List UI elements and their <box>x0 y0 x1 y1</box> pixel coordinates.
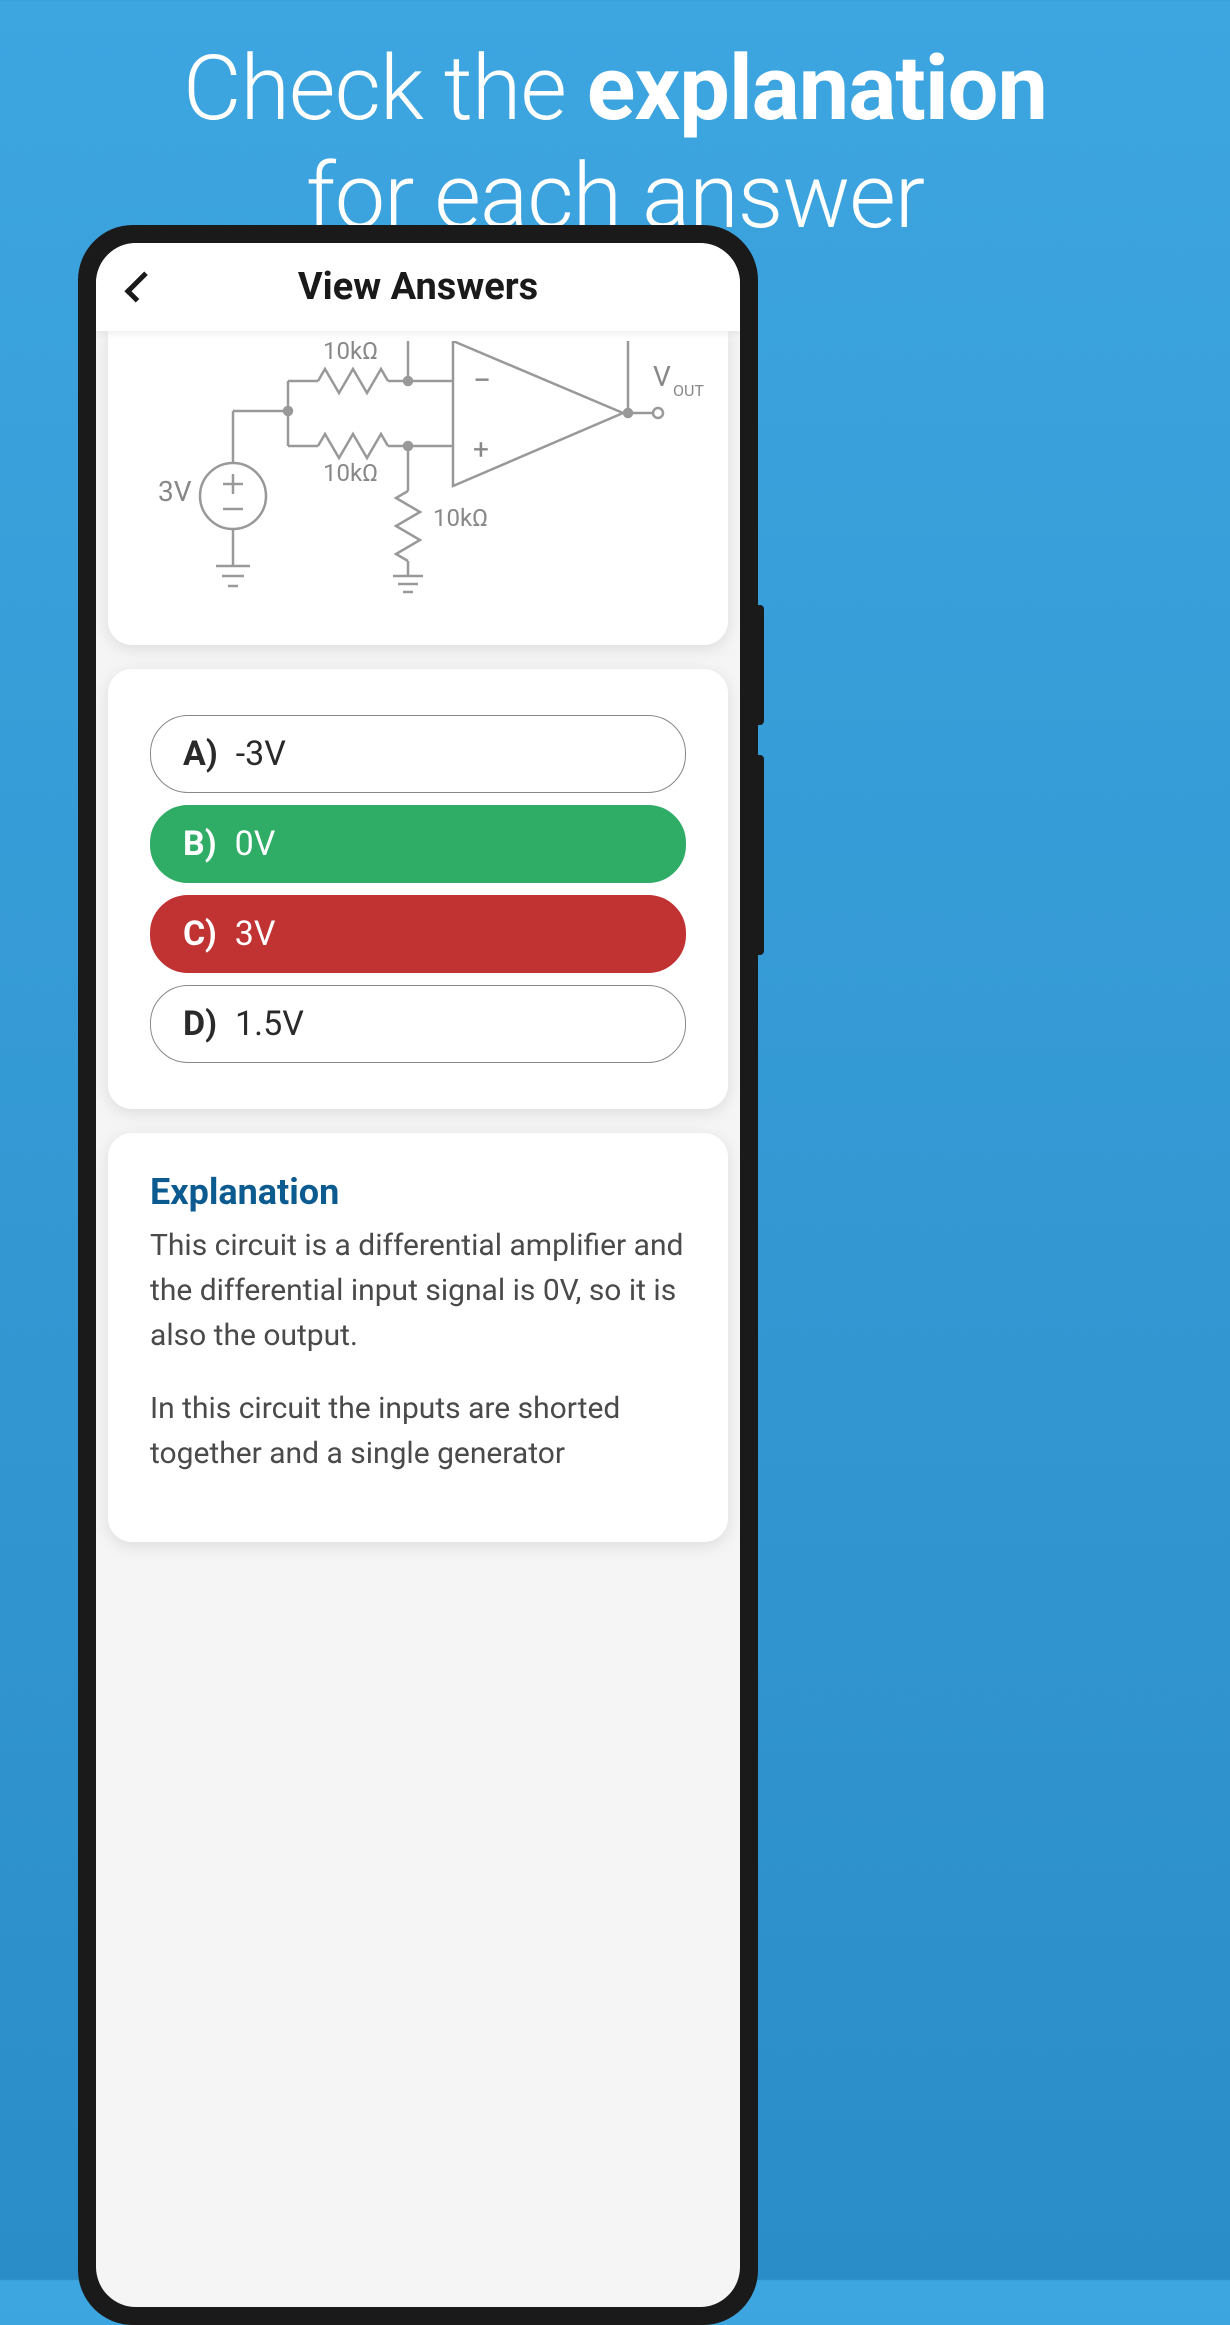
answer-letter: A) <box>183 734 218 774</box>
promo-heading: Check the explanation for each answer <box>0 0 1230 251</box>
explanation-card: Explanation This circuit is a differenti… <box>108 1133 728 1542</box>
svg-text:3V: 3V <box>158 475 192 508</box>
explanation-para: This circuit is a differential amplifier… <box>150 1223 686 1358</box>
promo-bold: explanation <box>587 36 1047 141</box>
phone-button-icon <box>756 755 764 955</box>
promo-text: Check the <box>183 36 587 141</box>
page-title: View Answers <box>116 265 720 309</box>
phone-screen: View Answers 3V <box>96 243 740 2307</box>
answer-option-a[interactable]: A) -3V <box>150 715 686 793</box>
phone-frame: View Answers 3V <box>78 225 758 2325</box>
answer-option-d[interactable]: D) 1.5V <box>150 985 686 1063</box>
svg-text:V: V <box>653 360 671 393</box>
explanation-title: Explanation <box>150 1171 686 1213</box>
answer-option-b[interactable]: B) 0V <box>150 805 686 883</box>
svg-text:10kΩ: 10kΩ <box>323 459 378 487</box>
answer-option-c[interactable]: C) 3V <box>150 895 686 973</box>
svg-text:10kΩ: 10kΩ <box>323 341 378 365</box>
explanation-para: In this circuit the inputs are shorted t… <box>150 1386 686 1476</box>
explanation-body: This circuit is a differential amplifier… <box>150 1223 686 1476</box>
answer-letter: D) <box>183 1004 217 1044</box>
answer-text: 1.5V <box>235 1004 304 1044</box>
answer-text: -3V <box>236 734 286 774</box>
svg-text:OUT: OUT <box>673 381 704 400</box>
answer-text: 0V <box>235 824 276 864</box>
app-header: View Answers <box>96 243 740 331</box>
answer-letter: B) <box>183 824 217 864</box>
circuit-diagram-card: 3V <box>108 331 728 645</box>
svg-text:−: − <box>473 361 491 399</box>
answer-text: 3V <box>235 914 276 954</box>
svg-text:10kΩ: 10kΩ <box>433 504 488 532</box>
phone-button-icon <box>756 605 764 725</box>
circuit-diagram: 3V <box>128 341 708 611</box>
svg-text:+: + <box>473 433 489 466</box>
content-area: 3V <box>96 331 740 2307</box>
answer-letter: C) <box>183 914 217 954</box>
answers-card: A) -3V B) 0V C) 3V D) 1.5V <box>108 669 728 1109</box>
